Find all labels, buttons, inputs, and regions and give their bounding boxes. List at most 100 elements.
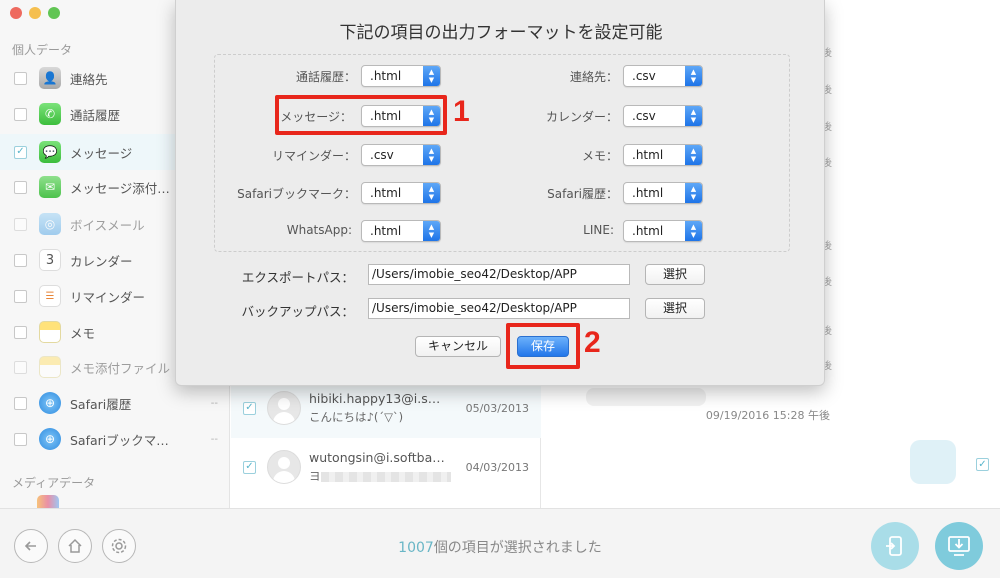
download-to-pc-icon [948,536,970,556]
message-sender: wutongsin@i.softba… [309,450,445,465]
sidebar-item-label: Safari履歴 [70,396,132,412]
format-select-contacts[interactable]: .csv ▲ ▼ [623,65,703,87]
format-label-calendar: カレンダー： [545,110,618,124]
select-value: .html [632,186,664,200]
list-item[interactable]: ✓ wutongsin@i.softba… ヨ 04/03/2013 [231,437,541,497]
stepper-arrows-icon: ▲ ▼ [423,183,440,203]
dialog-title: 下記の項目の出力フォーマットを設定可能 [339,23,663,43]
stepper-arrows-icon: ▲ ▼ [685,221,702,241]
format-label-contacts: 連絡先： [569,70,618,84]
checkbox[interactable] [14,180,27,194]
sidebar-item-label: ボイスメール [70,217,145,233]
stepper-arrows-icon: ▲ ▼ [685,106,702,126]
message-sender: hibiki.happy13@i.s… [309,391,441,406]
reminders-icon: ☰ [39,285,61,307]
stepper-arrows-icon: ▲ ▼ [423,221,440,241]
annotation-step-1: 1 [453,95,470,128]
format-select-notes[interactable]: .html ▲ ▼ [623,144,703,166]
chat-bubble-received [586,388,706,406]
checkbox-checked[interactable]: ✓ [976,458,989,471]
sidebar-item-label: 通話履歴 [70,107,121,123]
select-value: .html [632,224,664,238]
message-date: 04/03/2013 [465,460,529,474]
checkbox[interactable] [14,360,27,374]
section-personal-data: 個人データ [12,43,73,57]
chat-timestamp: 09/19/2016 15:28 午後 [705,409,830,422]
selection-status: 1007個の項目が選択されました [0,537,1000,557]
select-value: .html [370,224,402,238]
sidebar-item-safari-history[interactable]: ⊕ Safari履歴 -- [0,385,230,421]
voicemail-icon: ◎ [39,213,61,235]
note-attachment-icon [39,356,61,378]
format-label-reminders: リマインダー： [271,149,356,163]
minimize-window-button[interactable] [29,7,41,19]
checkbox[interactable] [14,396,27,410]
format-select-whatsapp[interactable]: .html ▲ ▼ [361,220,441,242]
chat-bubble-sent [910,440,956,484]
checkbox-checked[interactable]: ✓ [243,460,256,474]
select-value: .csv [632,109,656,123]
section-media-data: メディアデータ [12,476,96,490]
stepper-arrows-icon: ▲ ▼ [685,183,702,203]
sidebar-item-label: Safariブックマ… [70,432,169,448]
item-count: -- [210,397,218,409]
selected-suffix: 個の項目が選択されました [433,540,602,556]
format-label-whatsapp: WhatsApp: [286,223,352,237]
export-to-computer-button[interactable] [935,522,983,570]
sidebar-item-label: 連絡先 [70,71,108,87]
select-value: .csv [370,148,394,162]
checkbox-checked[interactable]: ✓ [14,145,27,159]
export-format-dialog: 下記の項目の出力フォーマットを設定可能 通話履歴： .html ▲ ▼ 連絡先： .… [175,0,825,386]
photos-icon [37,495,59,508]
zoom-window-button[interactable] [48,7,60,19]
format-label-line: LINE: [583,223,614,237]
checkbox[interactable] [14,217,27,231]
messages-icon: 💬 [39,141,61,163]
format-label-safari-history: Safari履歴： [547,187,618,201]
highlight-box-save [506,323,580,369]
stepper-arrows-icon: ▲ ▼ [423,145,440,165]
format-select-call-history[interactable]: .html ▲ ▼ [361,65,441,87]
close-window-button[interactable] [10,7,22,19]
format-select-reminders[interactable]: .csv ▲ ▼ [361,144,441,166]
avatar [267,450,301,484]
phone-icon: ✆ [39,103,61,125]
redacted-text [320,471,451,482]
window-controls [10,7,60,19]
select-value: .html [370,69,402,83]
format-select-safari-bookmarks[interactable]: .html ▲ ▼ [361,182,441,204]
sidebar-item-safari-bookmarks[interactable]: ⊕ Safariブックマ… -- [0,421,230,457]
checkbox[interactable] [14,432,27,446]
stepper-arrows-icon: ▲ ▼ [423,66,440,86]
backup-path-field[interactable]: /Users/imobie_seo42/Desktop/APP [368,298,630,319]
checkbox[interactable] [14,253,27,267]
format-label-safari-bookmarks: Safariブックマーク： [237,187,356,201]
backup-path-select-button[interactable]: 選択 [645,298,705,319]
checkbox[interactable] [14,71,27,85]
format-select-safari-history[interactable]: .html ▲ ▼ [623,182,703,204]
stepper-arrows-icon: ▲ ▼ [685,66,702,86]
select-value: .html [370,186,402,200]
export-path-select-button[interactable]: 選択 [645,264,705,285]
sidebar-item-label: メモ [70,325,96,341]
bottom-toolbar: 1007個の項目が選択されました [0,508,1000,578]
select-value: .csv [632,69,656,83]
cancel-button[interactable]: キャンセル [415,336,501,357]
checkbox-checked[interactable]: ✓ [243,401,256,415]
item-count: -- [210,433,218,445]
checkbox[interactable] [14,107,27,121]
notes-icon [39,321,61,343]
format-select-line[interactable]: .html ▲ ▼ [623,220,703,242]
transfer-to-device-button[interactable] [871,522,919,570]
checkbox[interactable] [14,289,27,303]
list-item[interactable]: ✓ hibiki.happy13@i.s… こんにちは♪(´▽`) 05/03/… [231,378,541,438]
export-path-field[interactable]: /Users/imobie_seo42/Desktop/APP [368,264,630,285]
format-select-calendar[interactable]: .csv ▲ ▼ [623,105,703,127]
format-label-notes: メモ： [581,149,618,163]
sidebar-item-label: メッセージ [70,145,133,161]
select-value: .html [632,148,664,162]
attachment-icon: ✉ [39,176,61,198]
checkbox[interactable] [14,325,27,339]
selected-count: 1007 [398,540,434,556]
annotation-step-2: 2 [584,326,601,359]
